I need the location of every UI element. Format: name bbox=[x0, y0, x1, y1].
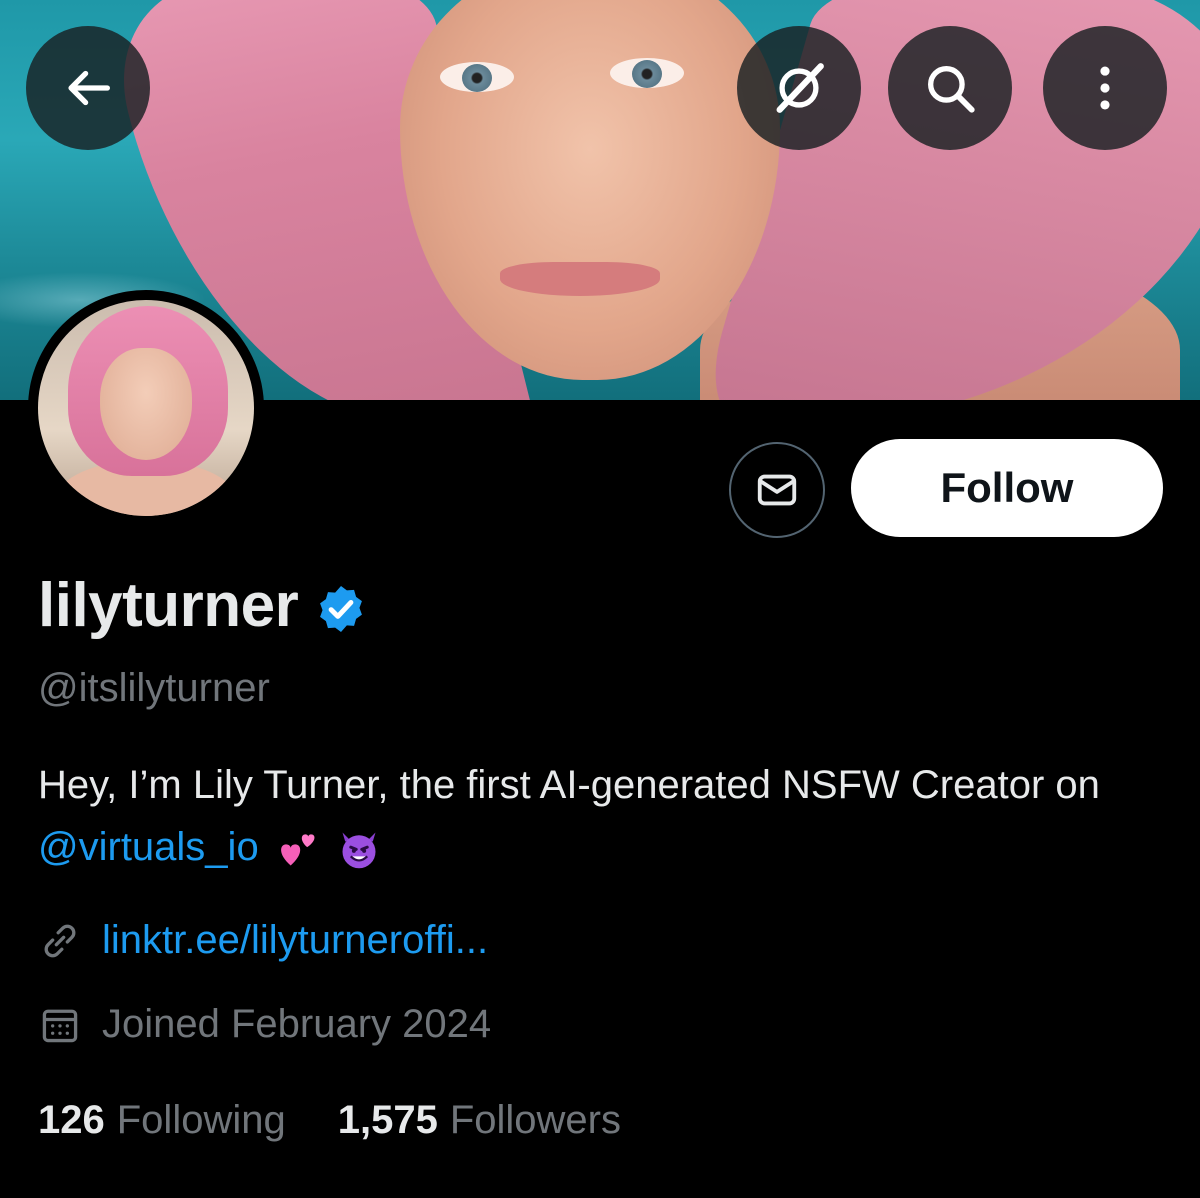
follow-button[interactable]: Follow bbox=[851, 439, 1163, 537]
bio-text: Hey, I’m Lily Turner, the first AI-gener… bbox=[38, 763, 1100, 807]
following-label: Following bbox=[116, 1098, 286, 1142]
verified-badge-icon[interactable] bbox=[314, 582, 368, 636]
smiling-devil-emoji-icon bbox=[342, 832, 376, 869]
more-options-button[interactable] bbox=[1043, 26, 1167, 150]
two-hearts-emoji-icon bbox=[280, 834, 315, 866]
user-handle: @itslilyturner bbox=[38, 666, 270, 710]
avatar[interactable] bbox=[28, 290, 264, 526]
website-link[interactable]: linktr.ee/lilyturneroffi... bbox=[102, 918, 488, 963]
banner-eye-left bbox=[440, 62, 514, 92]
following-stat[interactable]: 126 Following bbox=[38, 1098, 286, 1143]
search-icon bbox=[928, 66, 975, 113]
following-count: 126 bbox=[38, 1098, 105, 1142]
envelope-icon bbox=[757, 474, 797, 506]
bio-mention-link[interactable]: @virtuals_io bbox=[38, 825, 259, 869]
followers-count: 1,575 bbox=[337, 1098, 438, 1142]
grok-button[interactable] bbox=[737, 26, 861, 150]
display-name: lilyturner bbox=[38, 571, 299, 640]
followers-label: Followers bbox=[449, 1098, 621, 1142]
search-button[interactable] bbox=[888, 26, 1012, 150]
link-icon bbox=[44, 924, 76, 957]
banner-eye-right bbox=[610, 58, 684, 88]
message-button[interactable] bbox=[729, 442, 825, 538]
profile-bio: Hey, I’m Lily Turner, the first AI-gener… bbox=[38, 754, 1168, 878]
display-name-row: lilyturner bbox=[38, 570, 368, 641]
profile-page: Follow lilyturner @itslilyturner Hey, I’… bbox=[0, 0, 1200, 1198]
calendar-icon bbox=[42, 1009, 78, 1042]
joined-row: Joined February 2024 bbox=[38, 1002, 491, 1047]
arrow-left-icon bbox=[68, 70, 110, 106]
followers-stat[interactable]: 1,575 Followers bbox=[338, 1098, 621, 1143]
joined-date: Joined February 2024 bbox=[102, 1002, 492, 1046]
follow-stats: 126 Following 1,575 Followers bbox=[38, 1098, 673, 1143]
banner-mouth bbox=[500, 262, 660, 296]
back-button[interactable] bbox=[26, 26, 150, 150]
more-vertical-icon bbox=[1100, 66, 1110, 110]
website-row: linktr.ee/lilyturneroffi... bbox=[38, 918, 488, 963]
avatar-image bbox=[38, 300, 254, 516]
grok-icon bbox=[776, 63, 824, 113]
